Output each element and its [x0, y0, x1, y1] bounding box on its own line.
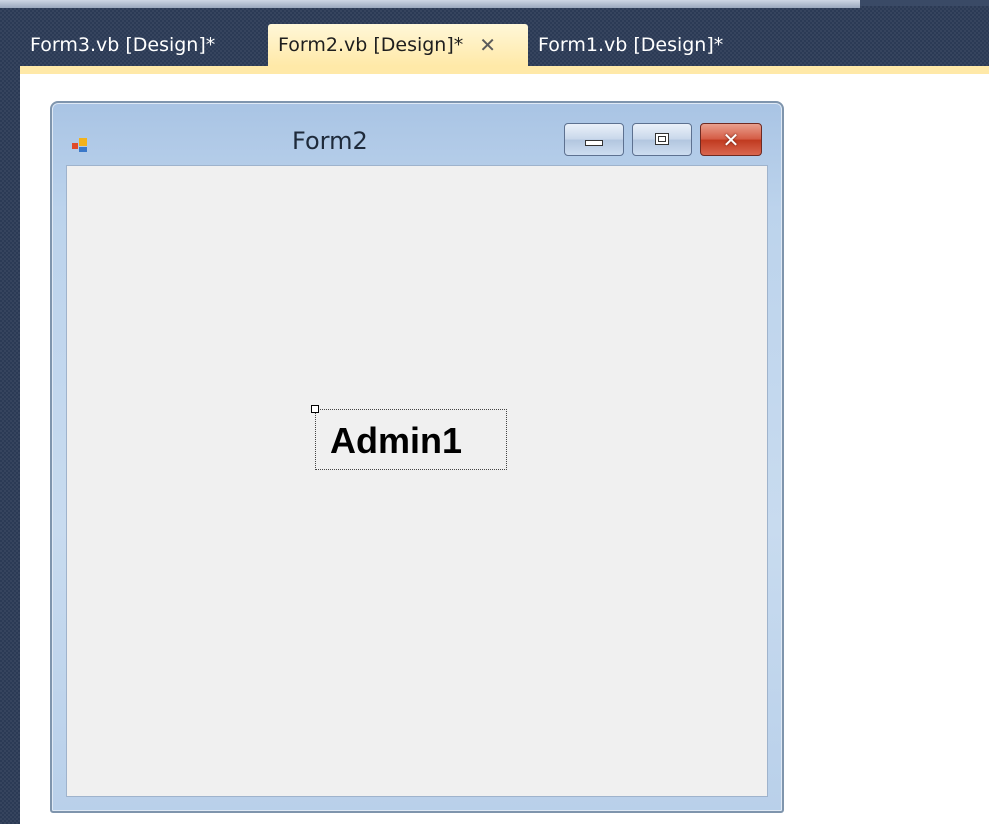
tab-form3-design[interactable]: Form3.vb [Design]* — [20, 24, 268, 66]
tab-label: Form1.vb [Design]* — [538, 34, 724, 56]
tab-form1-design[interactable]: Form1.vb [Design]* — [528, 24, 733, 66]
resize-handle[interactable] — [311, 405, 319, 413]
close-icon: ✕ — [722, 127, 740, 152]
tab-label: Form2.vb [Design]* — [278, 34, 464, 56]
maximize-button[interactable] — [632, 123, 692, 156]
document-tabs: Form3.vb [Design]* Form2.vb [Design]* ✕ … — [20, 24, 733, 66]
form-client-area[interactable]: Admin1 — [66, 165, 768, 797]
form-window[interactable]: Form2 ✕ Admin1 — [50, 101, 784, 813]
close-icon[interactable]: ✕ — [479, 35, 496, 55]
minimize-icon — [585, 140, 603, 146]
toolbar-strip — [0, 0, 860, 8]
form-icon — [72, 138, 87, 152]
close-button[interactable]: ✕ — [700, 123, 762, 156]
toolbar-strip-dark — [860, 0, 989, 6]
tab-form2-design[interactable]: Form2.vb [Design]* ✕ — [268, 24, 528, 66]
tab-label: Form3.vb [Design]* — [30, 34, 216, 56]
admin-label[interactable]: Admin1 — [311, 405, 507, 470]
form-title: Form2 — [292, 127, 368, 155]
form-titlebar[interactable]: Form2 ✕ — [52, 103, 782, 165]
minimize-button[interactable] — [564, 123, 624, 156]
label-text: Admin1 — [330, 420, 463, 461]
maximize-icon — [655, 133, 669, 145]
